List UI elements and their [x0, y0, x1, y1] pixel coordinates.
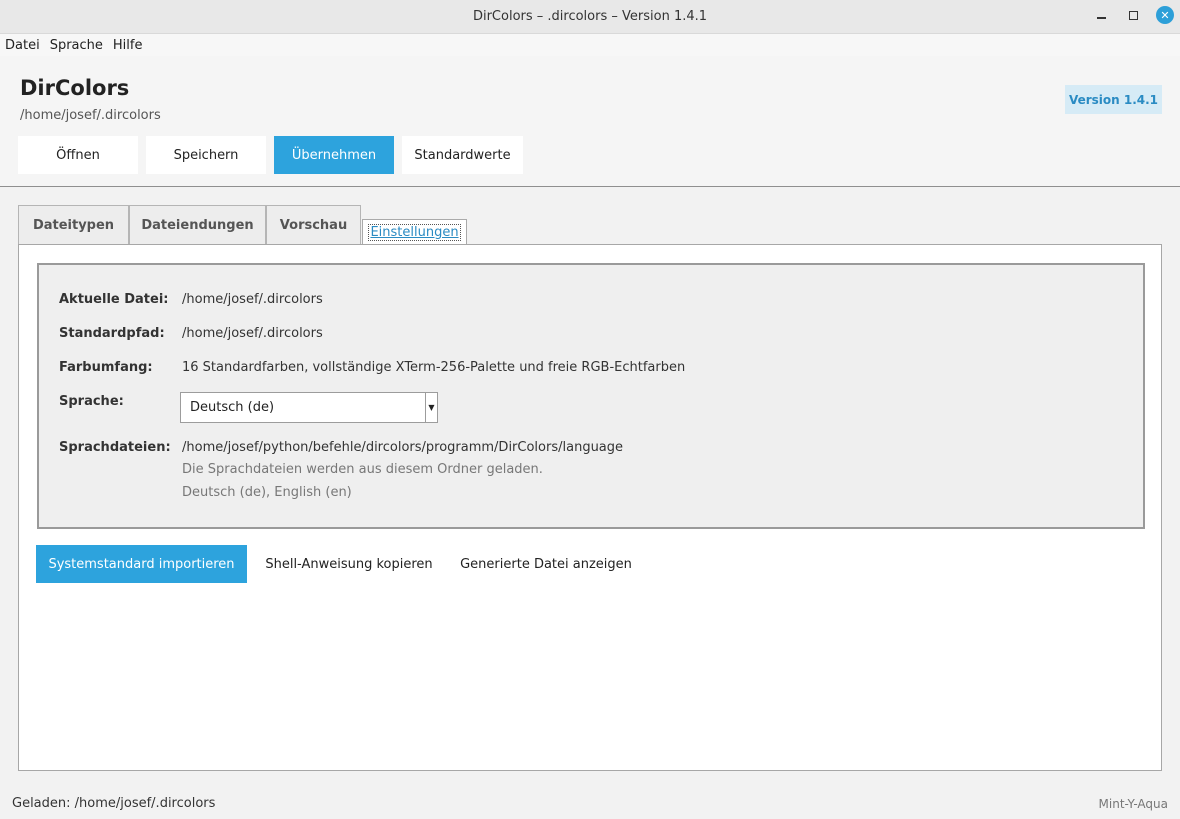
- chevron-down-icon[interactable]: ▼: [425, 393, 437, 422]
- statusbar: Geladen: /home/josef/.dircolors Mint-Y-A…: [0, 788, 1180, 819]
- menu-datei[interactable]: Datei: [5, 38, 40, 53]
- status-theme: Mint-Y-Aqua: [1098, 796, 1168, 811]
- copy-shell-button[interactable]: Shell-Anweisung kopieren: [255, 545, 443, 583]
- language-files-label: Sprachdateien:: [59, 440, 171, 455]
- import-system-button[interactable]: Systemstandard importieren: [36, 545, 247, 583]
- status-loaded: Geladen: /home/josef/.dircolors: [12, 796, 216, 811]
- default-path-value: /home/josef/.dircolors: [182, 326, 323, 341]
- tab-dateitypen[interactable]: Dateitypen: [18, 205, 129, 245]
- settings-group: Aktuelle Datei: /home/josef/.dircolors S…: [37, 263, 1145, 529]
- color-range-label: Farbumfang:: [59, 360, 153, 375]
- current-file-label: Aktuelle Datei:: [59, 292, 169, 307]
- tab-vorschau[interactable]: Vorschau: [266, 205, 361, 245]
- window-title: DirColors – .dircolors – Version 1.4.1: [472, 9, 708, 24]
- open-button[interactable]: Öffnen: [18, 136, 138, 174]
- app-path: /home/josef/.dircolors: [20, 108, 161, 123]
- menubar: Datei Sprache Hilfe: [0, 34, 1180, 56]
- tab-einstellungen[interactable]: Einstellungen: [362, 219, 467, 245]
- language-label: Sprache:: [59, 394, 124, 409]
- app-title: DirColors: [20, 76, 130, 100]
- color-range-value: 16 Standardfarben, vollständige XTerm-25…: [182, 360, 686, 375]
- menu-sprache[interactable]: Sprache: [50, 38, 103, 53]
- language-files-hint: Die Sprachdateien werden aus diesem Ordn…: [182, 462, 543, 477]
- app-header: DirColors /home/josef/.dircolors Version…: [0, 56, 1180, 187]
- language-files-available: Deutsch (de), English (en): [182, 485, 352, 500]
- version-badge: Version 1.4.1: [1065, 85, 1162, 114]
- language-select-value: Deutsch (de): [190, 400, 275, 415]
- save-button[interactable]: Speichern: [146, 136, 266, 174]
- close-icon[interactable]: ✕: [1156, 6, 1174, 24]
- current-file-value: /home/josef/.dircolors: [182, 292, 323, 307]
- minimize-icon[interactable]: [1092, 6, 1110, 24]
- default-path-label: Standardpfad:: [59, 326, 165, 341]
- defaults-button[interactable]: Standardwerte: [402, 136, 523, 174]
- language-files-value: /home/josef/python/befehle/dircolors/pro…: [182, 440, 624, 455]
- tab-dateiendungen[interactable]: Dateiendungen: [129, 205, 266, 245]
- window-titlebar: DirColors – .dircolors – Version 1.4.1 ✕: [0, 0, 1180, 34]
- language-select[interactable]: Deutsch (de) ▼: [180, 392, 438, 423]
- tab-einstellungen-label: Einstellungen: [368, 224, 461, 241]
- menu-hilfe[interactable]: Hilfe: [113, 38, 143, 53]
- settings-tab-panel: Aktuelle Datei: /home/josef/.dircolors S…: [18, 244, 1162, 771]
- window-controls: ✕: [1092, 6, 1174, 24]
- maximize-icon[interactable]: [1124, 6, 1142, 24]
- show-generated-button[interactable]: Generierte Datei anzeigen: [451, 545, 641, 583]
- apply-button[interactable]: Übernehmen: [274, 136, 394, 174]
